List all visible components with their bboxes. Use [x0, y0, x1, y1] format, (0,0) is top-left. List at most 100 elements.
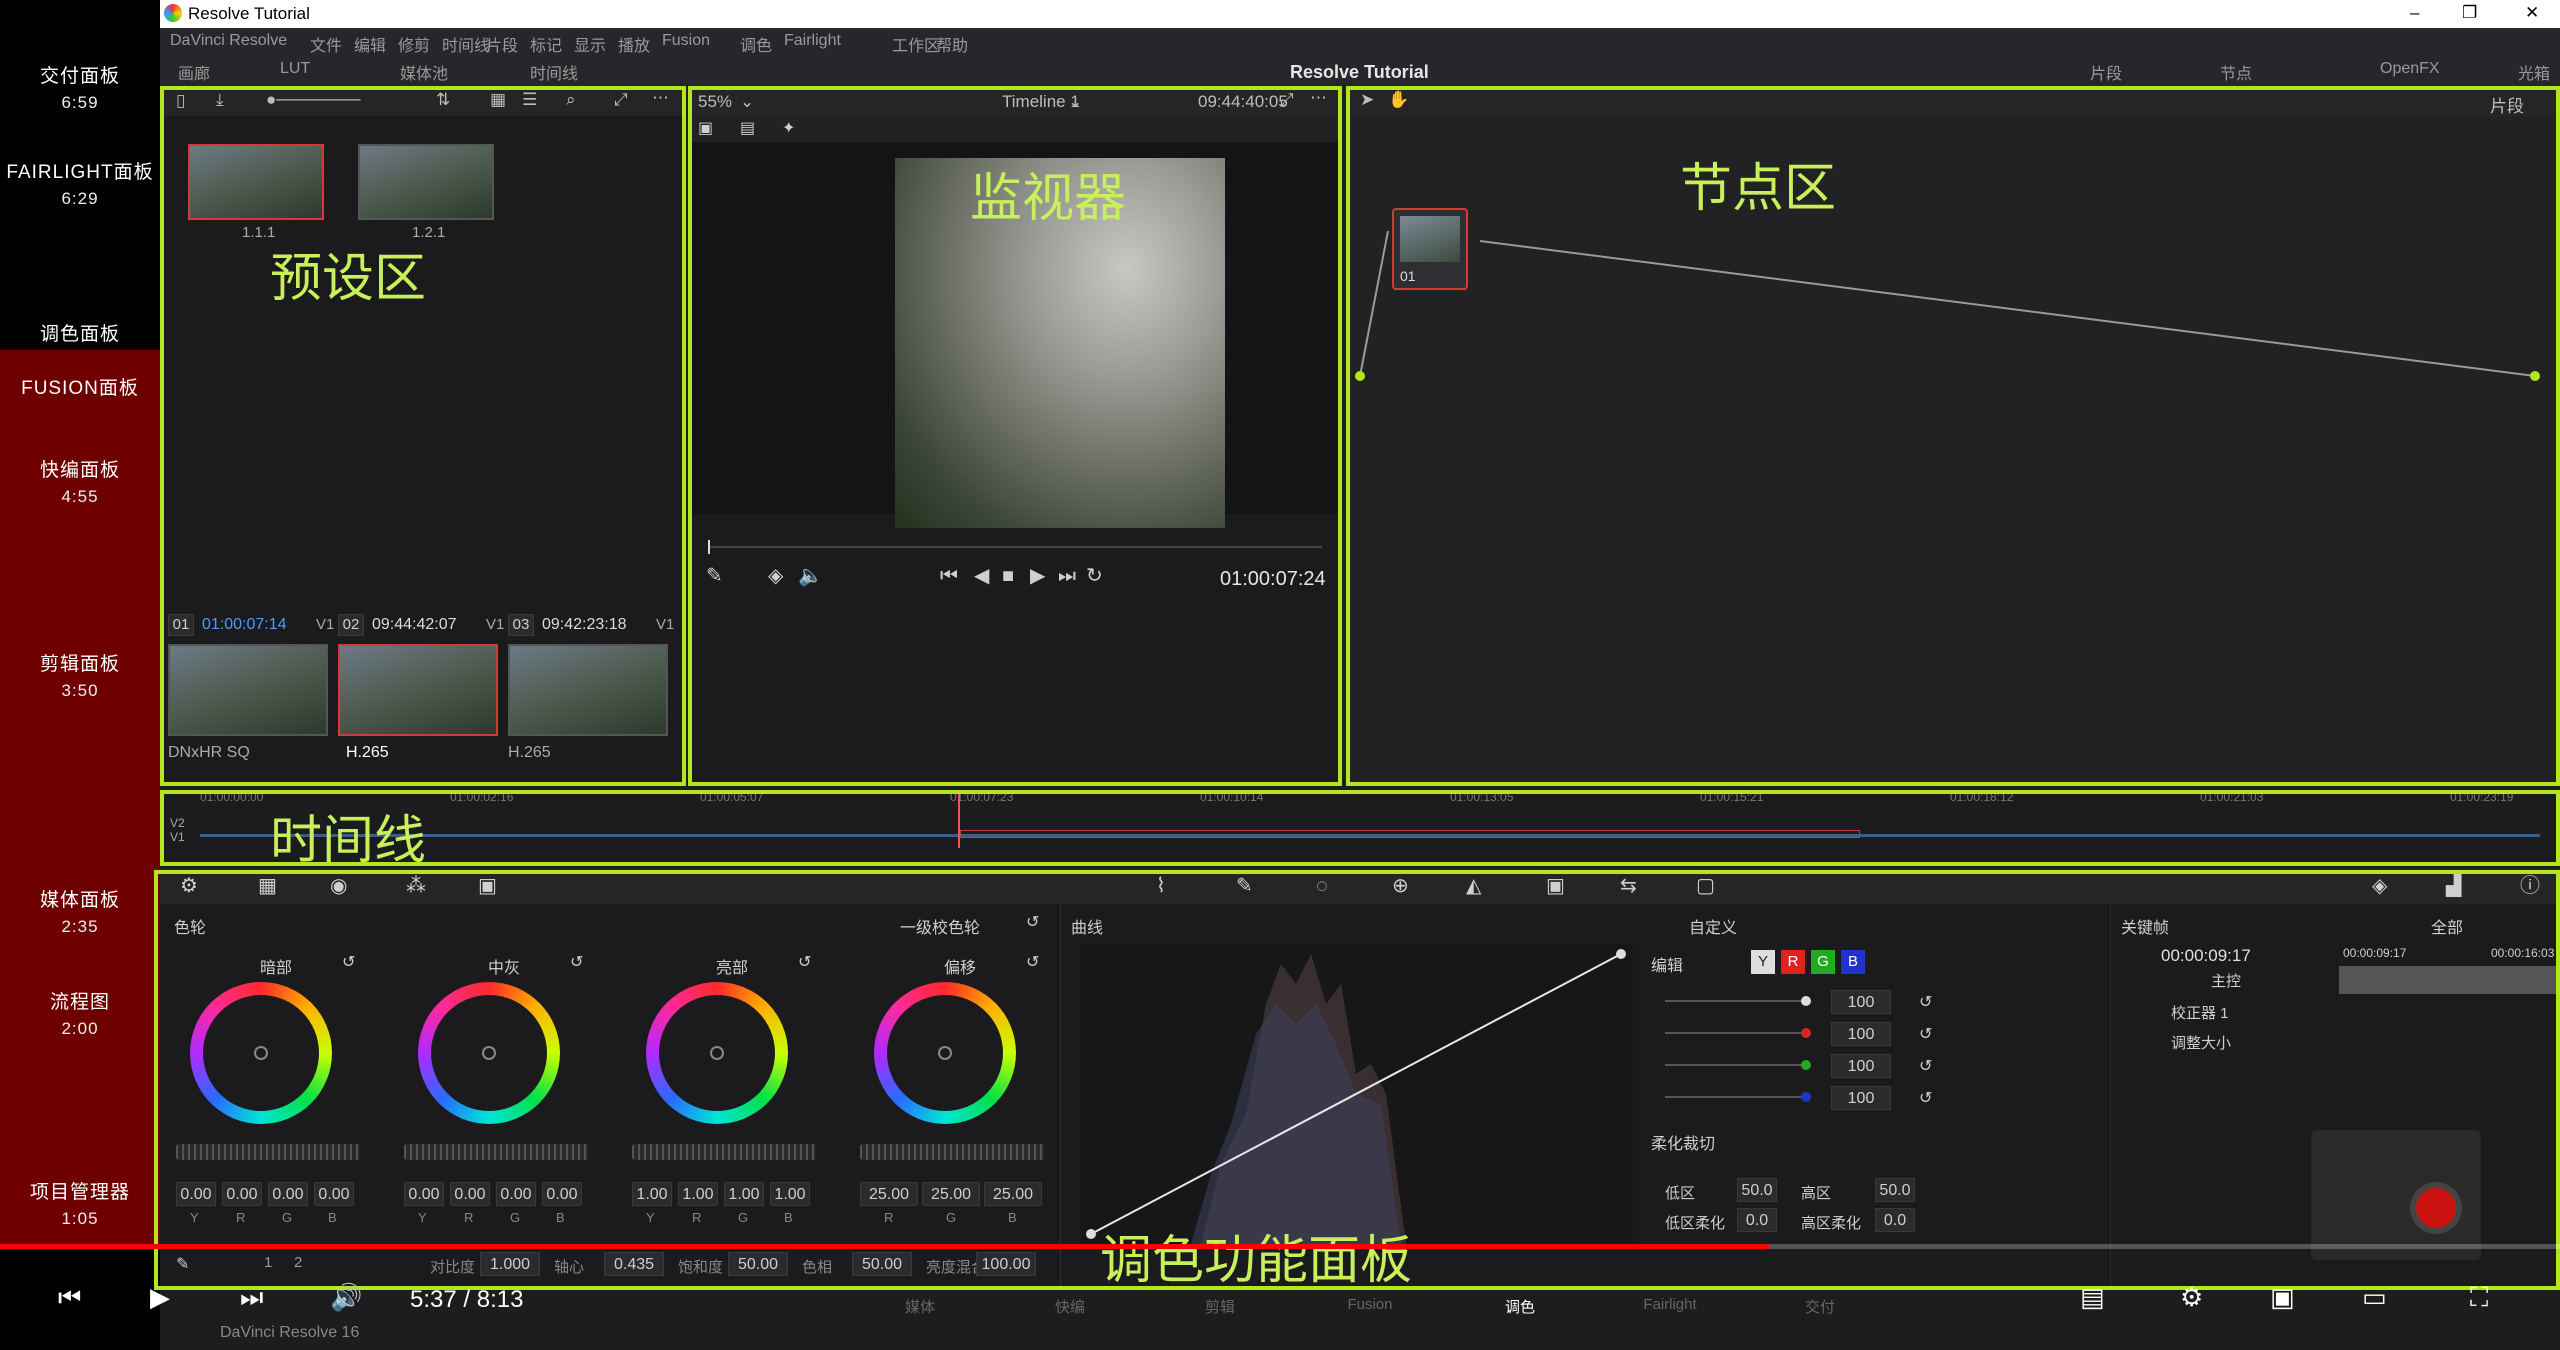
menu-item[interactable]: Fairlight — [784, 32, 841, 50]
still-thumbnail[interactable] — [358, 144, 494, 220]
play-icon[interactable]: ▶ — [150, 1282, 170, 1313]
menu-item[interactable]: 文件 — [310, 32, 342, 56]
scopes-icon[interactable]: ▟ — [2446, 872, 2461, 900]
eyedropper-icon[interactable]: ✎ — [706, 562, 723, 590]
more-options-icon[interactable]: ⋯ — [652, 88, 669, 108]
media-pool-button[interactable]: 媒体池 — [400, 60, 448, 84]
close-button[interactable]: ✕ — [2525, 3, 2539, 23]
sizing-icon[interactable]: ⇆ — [1620, 872, 1637, 900]
zoom-slider[interactable]: ●─────── — [266, 90, 361, 110]
intensity-slider[interactable] — [1665, 1032, 1805, 1034]
intensity-value[interactable]: 100 — [1831, 1054, 1891, 1078]
chevron-down-icon[interactable]: ⌄ — [740, 92, 754, 112]
wheel-value[interactable]: 0.00 — [222, 1182, 262, 1206]
restore-button[interactable]: ❐ — [2462, 3, 2477, 23]
curves-icon[interactable]: ⌇ — [1156, 872, 1166, 900]
clips-button[interactable]: 片段 — [2090, 60, 2122, 84]
wheel-center-dot[interactable] — [482, 1046, 496, 1060]
clip-thumbnail[interactable] — [338, 644, 498, 736]
high-soft-value[interactable]: 0.0 — [1875, 1208, 1915, 1232]
keyframe-row-resize[interactable]: 调整大小 — [2171, 1032, 2231, 1053]
gallery-button[interactable]: 画廊 — [178, 60, 210, 84]
lut-button[interactable]: LUT — [280, 60, 310, 78]
wheel-center-dot[interactable] — [938, 1046, 952, 1060]
color-match-icon[interactable]: ▦ — [258, 872, 277, 900]
fullscreen-icon[interactable]: ⤢ — [1280, 90, 1294, 110]
record-button-icon[interactable] — [2416, 1188, 2456, 1228]
keyframe-row-master[interactable]: 主控 — [2211, 970, 2241, 991]
menu-item[interactable]: Fusion — [662, 32, 710, 50]
intensity-handle[interactable] — [1801, 1028, 1811, 1038]
eyedropper-icon[interactable]: ✎ — [176, 1254, 189, 1274]
skip-to-end-icon[interactable]: ⏭ — [1058, 562, 1076, 590]
wipe-icon[interactable]: ▤ — [740, 118, 755, 138]
adjust-value[interactable]: 100.00 — [976, 1252, 1036, 1276]
wheel-center-dot[interactable] — [254, 1046, 268, 1060]
page-tab[interactable]: Fusion — [1320, 1296, 1420, 1313]
wheel-value[interactable]: 1.00 — [632, 1182, 672, 1206]
key-icon[interactable]: ▣ — [1546, 872, 1565, 900]
grab-still-icon[interactable]: ⤓ — [216, 90, 224, 110]
loop-icon[interactable]: ↻ — [1086, 562, 1103, 590]
grid-view-icon[interactable]: ▦ — [490, 90, 506, 110]
wheels-mode[interactable]: 一级校色轮 — [900, 914, 980, 938]
high-value[interactable]: 50.0 — [1875, 1178, 1915, 1202]
channel-r-button[interactable]: R — [1781, 950, 1805, 974]
master-track[interactable] — [2339, 966, 2560, 994]
channel-b-button[interactable]: B — [1841, 950, 1865, 974]
subtitles-icon[interactable]: ▤ — [2080, 1282, 2105, 1313]
menu-item[interactable]: 工作区 — [892, 32, 940, 56]
chapter-item[interactable]: FAIRLIGHT面板 6:29 — [0, 160, 160, 212]
openfx-button[interactable]: OpenFX — [2380, 60, 2440, 78]
list-view-icon[interactable]: ☰ — [522, 90, 537, 110]
scrub-bar[interactable] — [708, 540, 1322, 554]
still-thumbnail[interactable] — [188, 144, 324, 220]
keyframes-icon[interactable]: ◈ — [2372, 872, 2387, 900]
adjust-value[interactable]: 50.00 — [728, 1252, 788, 1276]
chapter-item[interactable]: 流程图 2:00 — [0, 990, 160, 1042]
nodes-button[interactable]: 节点 — [2220, 60, 2252, 84]
color-wheel[interactable] — [646, 982, 788, 1124]
page-tab[interactable]: 剪辑 — [1170, 1296, 1270, 1317]
wheel-value[interactable]: 25.00 — [984, 1182, 1042, 1206]
menu-item[interactable]: 显示 — [574, 32, 606, 56]
wheel-value[interactable]: 0.00 — [542, 1182, 582, 1206]
minimize-button[interactable]: – — [2410, 3, 2419, 23]
rgb-mixer-icon[interactable]: ⁂ — [406, 872, 426, 900]
curve-graph[interactable] — [1081, 944, 1633, 1244]
speaker-icon[interactable]: 🔈 — [798, 562, 823, 590]
intensity-handle[interactable] — [1801, 996, 1811, 1006]
wheel-center-dot[interactable] — [710, 1046, 724, 1060]
chapter-item[interactable]: 交付面板 6:59 — [0, 64, 160, 116]
menu-item[interactable]: 调色 — [740, 32, 772, 56]
color-wheels-icon[interactable]: ◉ — [330, 872, 347, 900]
zoom-level[interactable]: 55% — [698, 92, 732, 112]
chapter-item[interactable]: 调色面板 — [0, 322, 160, 348]
motion-effects-icon[interactable]: ▣ — [478, 872, 497, 900]
menu-item[interactable]: 时间线 — [442, 32, 490, 56]
low-soft-value[interactable]: 0.0 — [1737, 1208, 1777, 1232]
camera-raw-icon[interactable]: ⚙ — [180, 872, 198, 900]
chevron-down-icon[interactable]: ⌄ — [1068, 92, 1082, 112]
playhead[interactable] — [708, 540, 710, 554]
page-tab[interactable]: 调色 — [1470, 1296, 1570, 1317]
chapter-item[interactable]: 快编面板 4:55 — [0, 458, 160, 510]
adjust-value[interactable]: 0.435 — [604, 1252, 664, 1276]
wheel-value[interactable]: 0.00 — [450, 1182, 490, 1206]
next-icon[interactable]: ⏭ — [240, 1282, 263, 1314]
chapter-item[interactable]: 媒体面板 2:35 — [0, 888, 160, 940]
info-icon[interactable]: ⓘ — [2520, 872, 2540, 900]
menu-item[interactable]: 片段 — [486, 32, 518, 56]
wheel-value[interactable]: 0.00 — [496, 1182, 536, 1206]
reset-icon[interactable]: ↺ — [1919, 992, 1932, 1012]
intensity-value[interactable]: 100 — [1831, 1086, 1891, 1110]
tracker-icon[interactable]: ⊕ — [1392, 872, 1409, 900]
layers-icon[interactable]: ◈ — [768, 562, 783, 590]
selected-clip[interactable] — [960, 830, 1860, 838]
play-icon[interactable]: ▶ — [1030, 562, 1045, 590]
menu-item[interactable]: DaVinci Resolve — [170, 32, 287, 50]
blur-icon[interactable]: ◭ — [1466, 872, 1481, 900]
fullscreen-icon[interactable]: ⛶ — [2470, 1282, 2488, 1314]
wheel-value[interactable]: 1.00 — [678, 1182, 718, 1206]
clip-thumbnail[interactable] — [508, 644, 668, 736]
